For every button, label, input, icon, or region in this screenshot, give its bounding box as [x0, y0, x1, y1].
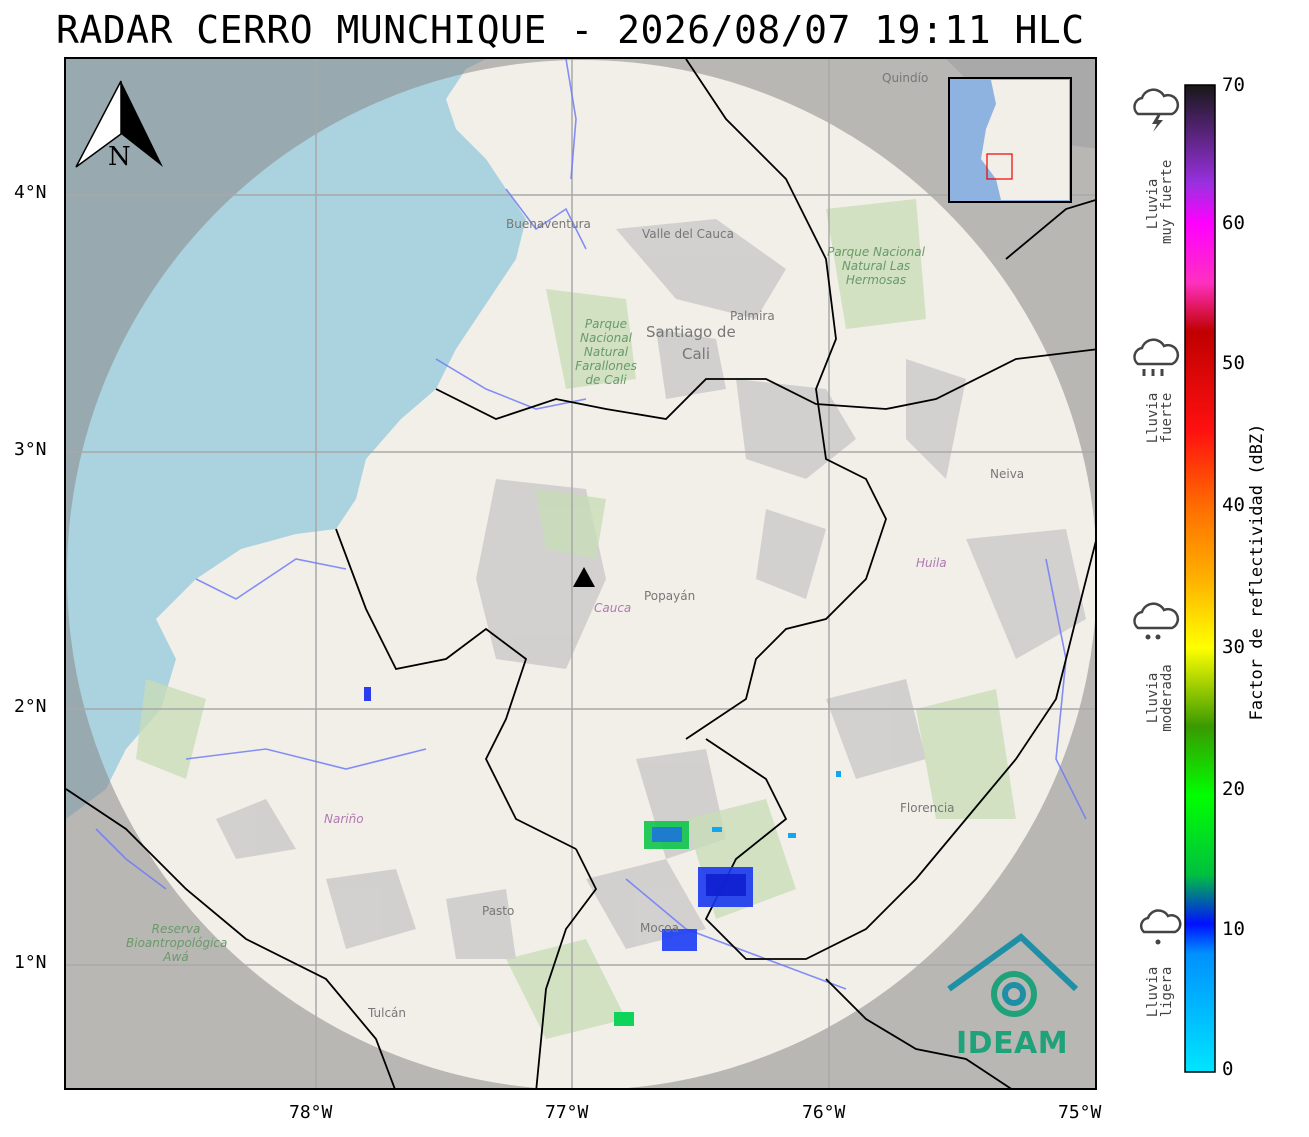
- colorbar: [1184, 84, 1216, 1073]
- place-florencia: Florencia: [900, 801, 955, 815]
- lon-tick-78w: 78°W: [289, 1102, 333, 1123]
- lat-tick-1n: 1°N: [14, 952, 47, 973]
- colorbar-title: Factor de reflectividad (dBZ): [1247, 423, 1267, 721]
- lat-tick-4n: 4°N: [14, 182, 47, 203]
- place-tulcan: Tulcán: [368, 1006, 407, 1020]
- place-cauca: Cauca: [594, 601, 632, 615]
- place-valle: Valle del Cauca: [642, 227, 734, 241]
- rain-label-fuerte: Lluvia fuerte: [1145, 392, 1175, 444]
- place-huila: Huila: [916, 556, 947, 570]
- place-popayan: Popayán: [644, 589, 696, 603]
- place-mocoa: Mocoa: [640, 921, 679, 935]
- radar-map[interactable]: Buenaventura Valle del Cauca Palmira San…: [64, 57, 1097, 1090]
- colorbar-tick: 30: [1222, 636, 1245, 658]
- place-narino: Nariño: [324, 812, 364, 826]
- place-pasto: Pasto: [482, 904, 515, 918]
- place-farallones: Parque Nacional Natural Farallones de Ca…: [575, 317, 637, 387]
- place-quindio: Quindío: [882, 71, 929, 85]
- moderate-rain-cloud-icon: [1133, 602, 1180, 640]
- colorbar-tick: 20: [1222, 778, 1245, 800]
- place-palmira: Palmira: [730, 309, 775, 323]
- light-rain-cloud-icon: [1139, 909, 1182, 945]
- thunderstorm-cloud-icon: [1133, 88, 1180, 132]
- lat-tick-2n: 2°N: [14, 696, 47, 717]
- place-cali-1: Santiago de: [646, 323, 736, 341]
- colorbar-tick: 10: [1222, 918, 1245, 940]
- rain-label-moderada: Lluvia moderada: [1145, 664, 1175, 732]
- ideam-logo-text: IDEAM: [956, 1026, 1069, 1061]
- colorbar-tick: 50: [1222, 352, 1245, 374]
- heavy-rain-cloud-icon: [1133, 338, 1180, 376]
- inset-map: [948, 77, 1072, 203]
- map-title: RADAR CERRO MUNCHIQUE - 2026/08/07 19:11…: [56, 8, 1085, 52]
- lat-tick-3n: 3°N: [14, 439, 47, 460]
- lon-tick-77w: 77°W: [545, 1102, 589, 1123]
- north-label: N: [108, 142, 131, 172]
- colorbar-tick: 60: [1222, 212, 1245, 234]
- rain-label-muy-fuerte: Lluvia muy fuerte: [1145, 159, 1175, 244]
- colorbar-tick: 40: [1222, 494, 1245, 516]
- place-awa: Reserva Bioantropológica Awá: [126, 922, 228, 964]
- place-cali-2: Cali: [682, 345, 711, 363]
- rain-label-ligera: Lluvia ligera: [1145, 966, 1175, 1018]
- lon-tick-75w: 75°W: [1058, 1102, 1102, 1123]
- colorbar-tick: 70: [1222, 74, 1245, 96]
- colorbar-tick: 0: [1222, 1058, 1234, 1080]
- lon-tick-76w: 76°W: [802, 1102, 846, 1123]
- place-hermosas: Parque Nacional Natural Las Hermosas: [827, 245, 925, 287]
- place-neiva: Neiva: [990, 467, 1025, 481]
- place-buenaventura: Buenaventura: [506, 217, 591, 231]
